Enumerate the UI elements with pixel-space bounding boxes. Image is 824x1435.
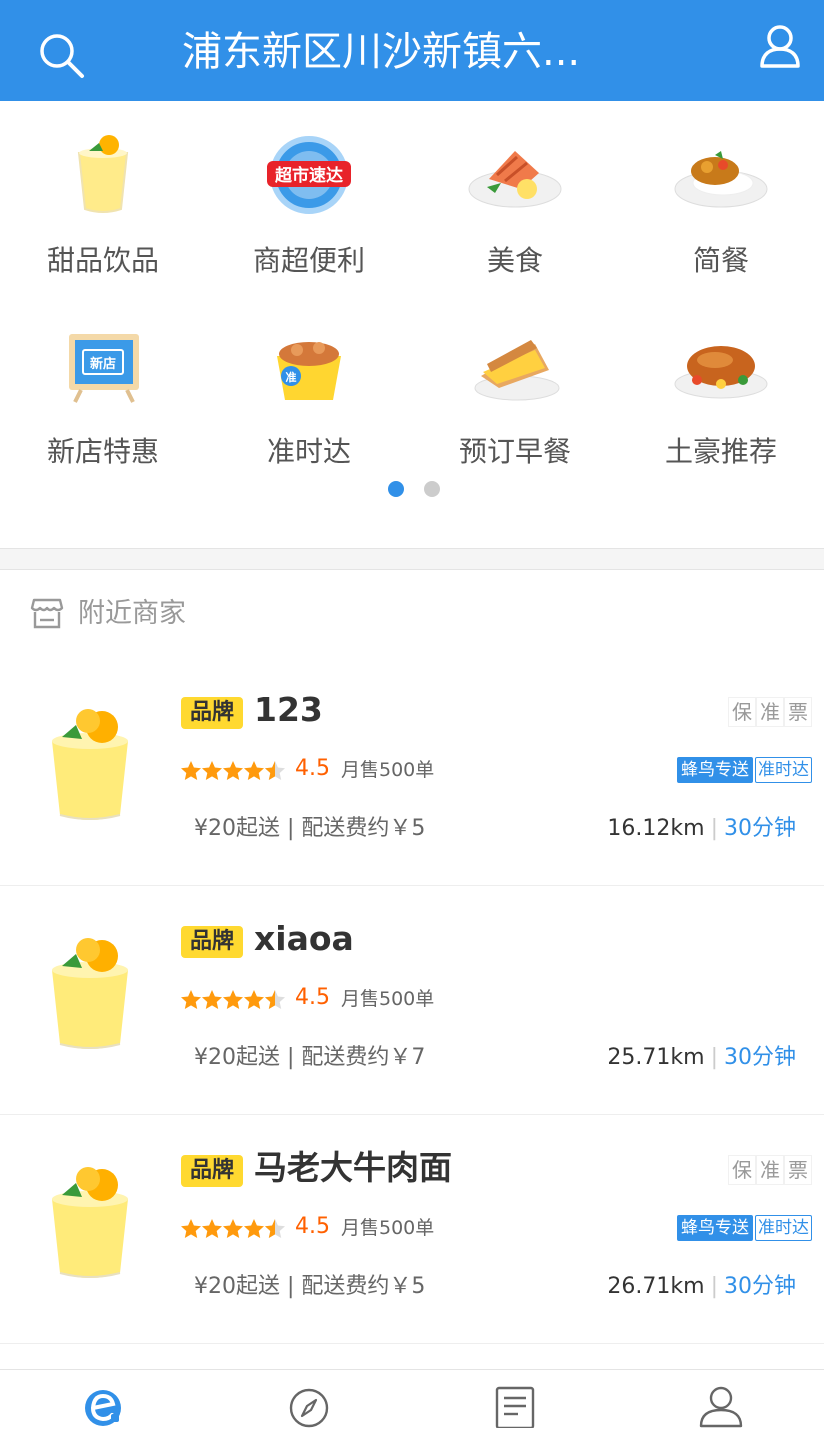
category-item-supermarket[interactable]: 超市速达 商超便利 [206, 101, 412, 291]
shop-list-item[interactable]: 品牌 马老大牛肉面 保 准 票 4.5 月售500单 蜂鸟专送 准时达 ¥20起… [0, 1115, 824, 1344]
category-label: 新店特惠 [46, 435, 159, 468]
category-label: 简餐 [692, 244, 749, 277]
delivery-time: 30分钟 [724, 816, 796, 841]
rating-score: 4.5 [295, 1214, 330, 1239]
distance: 25.71km [607, 1045, 705, 1070]
on-time-tag: 准时达 [755, 1215, 812, 1241]
shop-name[interactable]: 马老大牛肉面 [254, 1145, 452, 1191]
delivery-tag: 蜂鸟专送 [677, 757, 753, 783]
guarantee-badge: 准 [756, 1155, 784, 1185]
monthly-sales: 月售500单 [341, 759, 435, 781]
star-rating-icon [181, 761, 285, 781]
category-item-breakfast[interactable]: 预订早餐 [412, 292, 618, 482]
guarantee-badge: 保 [728, 697, 756, 727]
shop-name[interactable]: xiaoa [254, 916, 354, 962]
supermarket-icon: 超市速达 [259, 123, 359, 223]
shop-list-item[interactable]: 品牌 xiaoa 4.5 月售500单 ¥20起送 | 配送费约￥7 25.71… [0, 886, 824, 1115]
brand-badge: 品牌 [181, 1155, 243, 1187]
page-indicator [0, 481, 824, 497]
svg-text:超市速达: 超市速达 [275, 165, 343, 186]
category-grid: 甜品饮品 超市速达 商超便利 美食 简餐 新店 新店特惠 准 准时达 预订早餐 … [0, 101, 824, 548]
drink-icon [53, 123, 153, 223]
category-item-drinks[interactable]: 甜品饮品 [0, 101, 206, 291]
shop-name[interactable]: 123 [254, 687, 323, 733]
guarantee-badge: 票 [784, 697, 812, 727]
section-divider [0, 548, 824, 570]
category-item-food[interactable]: 美食 [412, 101, 618, 291]
tab-orders[interactable] [412, 1370, 618, 1435]
delivery-fee: ¥20起送 | 配送费约￥7 [194, 1045, 426, 1070]
delivery-tags: 蜂鸟专送 准时达 [677, 757, 812, 783]
delivery-time: 30分钟 [724, 1274, 796, 1299]
user-icon[interactable] [756, 22, 804, 70]
delivery-fee: ¥20起送 | 配送费约￥5 [194, 816, 426, 841]
monthly-sales: 月售500单 [341, 1217, 435, 1239]
category-label: 预订早餐 [458, 435, 571, 468]
tab-profile[interactable] [618, 1370, 824, 1435]
monthly-sales: 月售500单 [341, 988, 435, 1010]
category-label: 美食 [486, 244, 543, 277]
location-title[interactable]: 浦东新区川沙新镇六... [182, 24, 642, 80]
guarantee-badge: 准 [756, 697, 784, 727]
shop-thumbnail [40, 926, 140, 1056]
new-shop-icon: 新店 [53, 314, 153, 414]
separator: | [710, 816, 718, 841]
delivery-fee: ¥20起送 | 配送费约￥5 [194, 1274, 426, 1299]
star-rating-icon [181, 990, 285, 1010]
category-label: 土豪推荐 [664, 435, 777, 468]
guarantee-badges: 保 准 票 [728, 1155, 812, 1185]
distance-time: 26.71km | 30分钟 [607, 1271, 796, 1303]
category-label: 准时达 [266, 435, 351, 468]
bottom-tab-bar [0, 1369, 824, 1435]
page-dot[interactable] [424, 481, 440, 497]
rating-score: 4.5 [295, 985, 330, 1010]
brand-badge: 品牌 [181, 926, 243, 958]
distance-time: 25.71km | 30分钟 [607, 1042, 796, 1074]
on-time-tag: 准时达 [755, 757, 812, 783]
brand-badge: 品牌 [181, 697, 243, 729]
recommend-icon [671, 314, 771, 414]
food-icon [465, 123, 565, 223]
distance: 26.71km [607, 1274, 705, 1299]
tab-home[interactable] [0, 1370, 206, 1435]
home-icon [81, 1384, 125, 1428]
tab-discover[interactable] [206, 1370, 412, 1435]
guarantee-badge: 票 [784, 1155, 812, 1185]
distance: 16.12km [607, 816, 705, 841]
profile-icon [699, 1384, 743, 1428]
delivery-tags: 蜂鸟专送 准时达 [677, 1215, 812, 1241]
search-icon[interactable] [36, 30, 88, 82]
shop-list-item[interactable]: 品牌 123 保 准 票 4.5 月售500单 蜂鸟专送 准时达 ¥20起送 |… [0, 657, 824, 886]
category-item-new-shop[interactable]: 新店 新店特惠 [0, 292, 206, 482]
guarantee-badges: 保 准 票 [728, 697, 812, 727]
distance-time: 16.12km | 30分钟 [607, 813, 796, 845]
category-label: 甜品饮品 [46, 244, 159, 277]
shop-thumbnail [40, 1155, 140, 1285]
compass-icon [287, 1384, 331, 1428]
category-item-meal[interactable]: 简餐 [618, 101, 824, 291]
svg-text:新店: 新店 [90, 356, 116, 372]
category-item-recommend[interactable]: 土豪推荐 [618, 292, 824, 482]
star-rating-icon [181, 1219, 285, 1239]
separator: | [710, 1274, 718, 1299]
shop-icon [30, 596, 64, 630]
category-label: 商超便利 [252, 244, 365, 277]
delivery-time: 30分钟 [724, 1045, 796, 1070]
breakfast-icon [465, 314, 565, 414]
svg-text:准: 准 [286, 370, 297, 384]
rating-score: 4.5 [295, 756, 330, 781]
category-item-on-time[interactable]: 准 准时达 [206, 292, 412, 482]
separator: | [710, 1045, 718, 1070]
guarantee-badge: 保 [728, 1155, 756, 1185]
top-header: 浦东新区川沙新镇六... [0, 0, 824, 101]
meal-icon [671, 123, 771, 223]
page-dot-active[interactable] [388, 481, 404, 497]
on-time-icon: 准 [259, 314, 359, 414]
nearby-title: 附近商家 [78, 598, 186, 629]
order-icon [493, 1384, 537, 1430]
shop-thumbnail [40, 697, 140, 827]
delivery-tag: 蜂鸟专送 [677, 1215, 753, 1241]
